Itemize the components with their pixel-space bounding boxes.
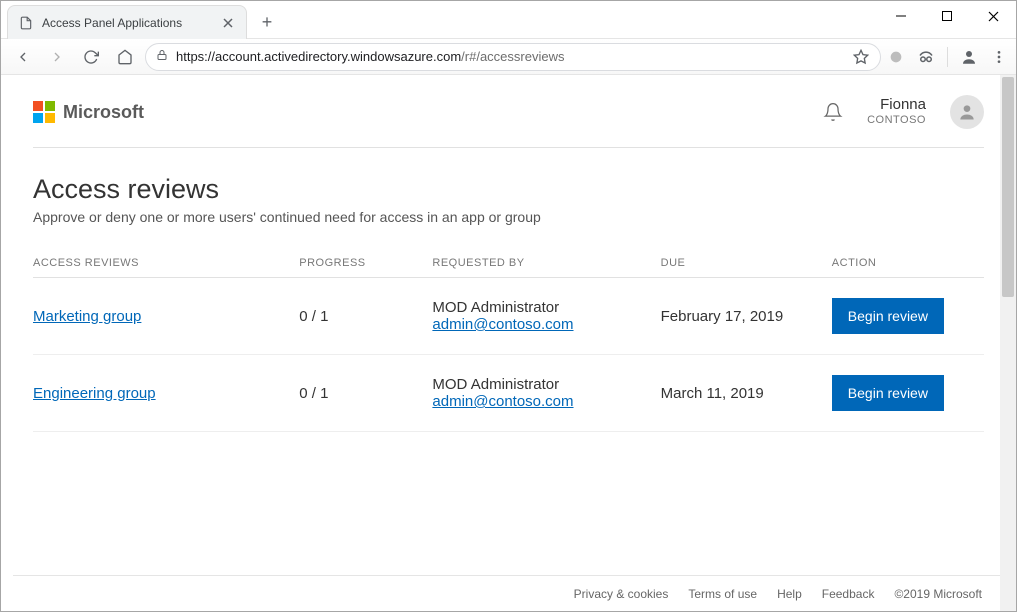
maximize-button[interactable]: [924, 1, 970, 31]
user-org: CONTOSO: [867, 114, 926, 127]
page-content: Microsoft Fionna CONTOSO Access reviews …: [13, 75, 1004, 611]
address-bar-row: https://account.activedirectory.windowsa…: [1, 39, 1016, 75]
reload-button[interactable]: [77, 43, 105, 71]
new-tab-button[interactable]: +: [253, 5, 281, 39]
col-action: ACTION: [832, 257, 984, 278]
review-due: February 17, 2019: [661, 278, 832, 355]
forward-button[interactable]: [43, 43, 71, 71]
footer: Privacy & cookies Terms of use Help Feed…: [13, 575, 1004, 611]
viewport: Microsoft Fionna CONTOSO Access reviews …: [1, 75, 1016, 611]
minimize-button[interactable]: [878, 1, 924, 31]
requested-by-email[interactable]: admin@contoso.com: [432, 393, 573, 410]
footer-privacy-link[interactable]: Privacy & cookies: [574, 587, 669, 601]
page-subtitle: Approve or deny one or more users' conti…: [33, 209, 984, 225]
url-path: /r#/accessreviews: [461, 49, 564, 64]
window-close-button[interactable]: [970, 1, 1016, 31]
close-tab-button[interactable]: [220, 15, 236, 31]
col-progress: PROGRESS: [299, 257, 432, 278]
col-due: DUE: [661, 257, 832, 278]
begin-review-button[interactable]: Begin review: [832, 375, 944, 411]
review-progress: 0 / 1: [299, 278, 432, 355]
microsoft-logo-icon: [33, 101, 55, 123]
review-progress: 0 / 1: [299, 355, 432, 432]
table-header-row: ACCESS REVIEWS PROGRESS REQUESTED BY DUE…: [33, 257, 984, 278]
url-text: https://account.activedirectory.windowsa…: [176, 49, 844, 64]
tab-title: Access Panel Applications: [42, 16, 212, 30]
divider: [947, 47, 948, 67]
bell-icon[interactable]: [823, 102, 843, 122]
requested-by-email[interactable]: admin@contoso.com: [432, 316, 573, 333]
review-name-link[interactable]: Marketing group: [33, 308, 141, 325]
begin-review-button[interactable]: Begin review: [832, 298, 944, 334]
requested-by-name: MOD Administrator: [432, 376, 652, 393]
titlebar: Access Panel Applications +: [1, 1, 1016, 39]
review-name-link[interactable]: Engineering group: [33, 385, 156, 402]
table-row: Marketing group 0 / 1 MOD Administrator …: [33, 278, 984, 355]
table-row: Engineering group 0 / 1 MOD Administrato…: [33, 355, 984, 432]
footer-feedback-link[interactable]: Feedback: [822, 587, 875, 601]
scroll-thumb[interactable]: [1002, 77, 1014, 297]
file-icon: [18, 15, 34, 31]
requested-by-name: MOD Administrator: [432, 299, 652, 316]
page-title: Access reviews: [33, 174, 984, 205]
user-name: Fionna: [867, 96, 926, 114]
scrollbar[interactable]: [1000, 75, 1016, 611]
brand-text: Microsoft: [63, 102, 144, 123]
avatar[interactable]: [950, 95, 984, 129]
url-host: https://account.activedirectory.windowsa…: [176, 49, 461, 64]
browser-tab[interactable]: Access Panel Applications: [7, 5, 247, 39]
back-button[interactable]: [9, 43, 37, 71]
col-name: ACCESS REVIEWS: [33, 257, 299, 278]
brand-row: Microsoft Fionna CONTOSO: [33, 85, 984, 148]
footer-copyright: ©2019 Microsoft: [894, 587, 982, 601]
incognito-icon[interactable]: [917, 48, 935, 66]
footer-help-link[interactable]: Help: [777, 587, 802, 601]
user-meta[interactable]: Fionna CONTOSO: [867, 96, 926, 127]
tabstrip: Access Panel Applications +: [7, 5, 281, 39]
address-bar[interactable]: https://account.activedirectory.windowsa…: [145, 43, 881, 71]
browser-window: Access Panel Applications + https://acco…: [0, 0, 1017, 612]
footer-terms-link[interactable]: Terms of use: [688, 587, 757, 601]
toolbar-icons: [887, 47, 1008, 67]
menu-icon[interactable]: [990, 48, 1008, 66]
profile-icon[interactable]: [960, 48, 978, 66]
user-area: Fionna CONTOSO: [823, 95, 984, 129]
star-icon[interactable]: [852, 48, 870, 66]
reviews-table: ACCESS REVIEWS PROGRESS REQUESTED BY DUE…: [33, 257, 984, 432]
brand[interactable]: Microsoft: [33, 101, 144, 123]
col-requested-by: REQUESTED BY: [432, 257, 660, 278]
lock-icon: [156, 49, 168, 64]
extension-icon[interactable]: [887, 48, 905, 66]
window-controls: [878, 1, 1016, 31]
review-due: March 11, 2019: [661, 355, 832, 432]
home-button[interactable]: [111, 43, 139, 71]
